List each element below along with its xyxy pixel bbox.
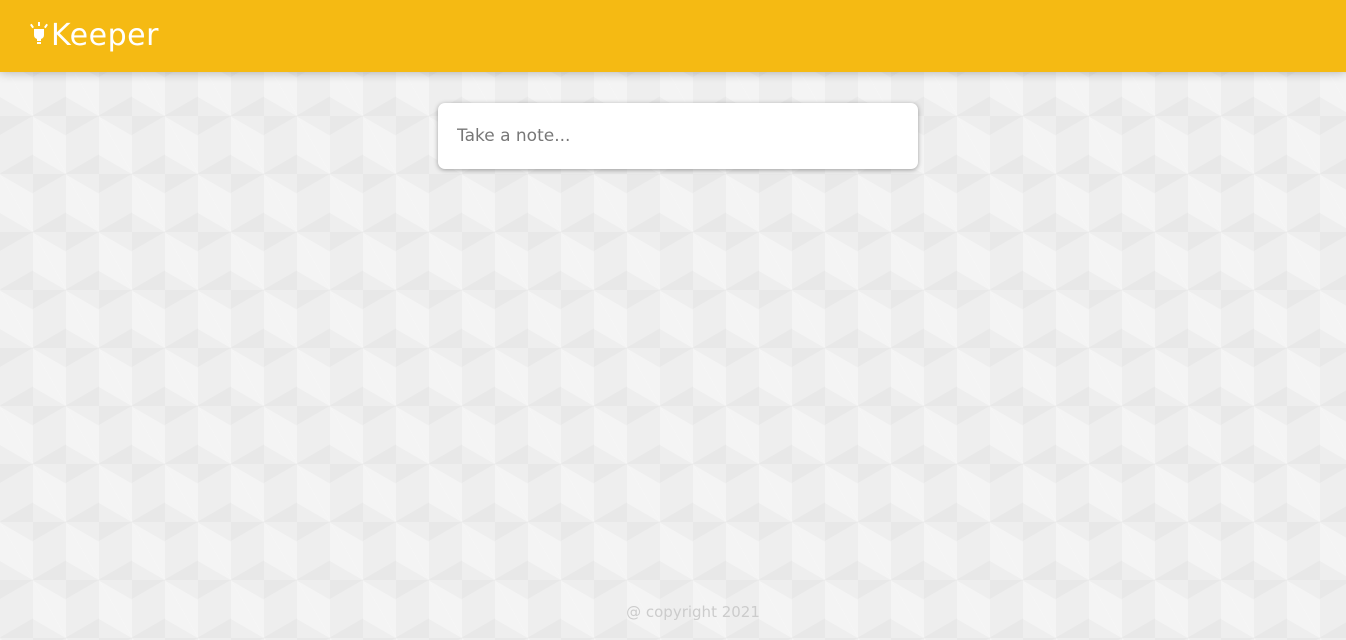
lightbulb-icon	[30, 22, 48, 44]
copyright-text: @ copyright 2021	[626, 603, 760, 621]
page-footer: @ copyright 2021	[0, 603, 1346, 621]
note-input[interactable]	[457, 126, 899, 146]
create-note-form	[438, 103, 918, 169]
brand: Keeper	[30, 21, 159, 51]
app-header: Keeper	[0, 0, 1346, 72]
brand-title: Keeper	[51, 18, 159, 53]
